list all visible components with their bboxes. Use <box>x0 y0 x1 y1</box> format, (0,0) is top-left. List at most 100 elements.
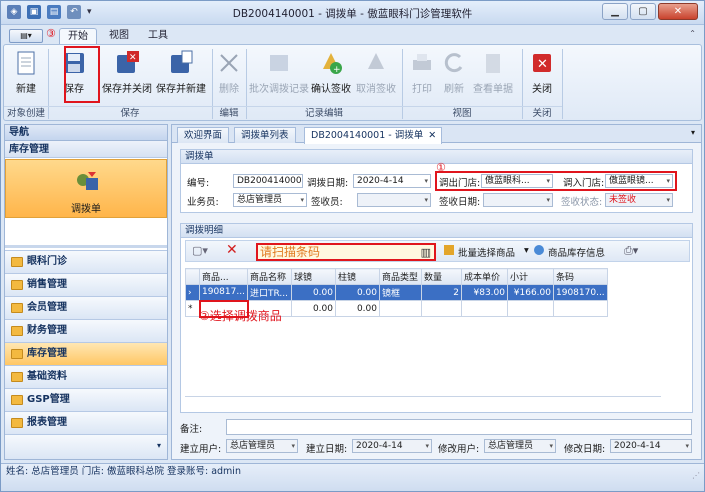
nav-overflow-icon[interactable]: ▾ <box>157 435 161 457</box>
view-bill-button[interactable]: 查看单据 <box>470 49 516 95</box>
receive-date-field[interactable]: ▾ <box>483 193 553 207</box>
cell[interactable]: 0.00 <box>291 284 336 301</box>
col-header[interactable]: 球镜 <box>291 268 336 285</box>
cell[interactable]: 0.00 <box>335 300 380 317</box>
nav-item-clinic[interactable]: 眼科门诊 <box>5 250 167 273</box>
minimize-button[interactable]: ▁ <box>602 3 628 20</box>
col-header[interactable]: 成本单价 <box>461 268 508 285</box>
batch-select-icon <box>444 245 454 255</box>
tabs-menu-icon[interactable]: ▾ <box>691 128 695 137</box>
quantity-stepper[interactable]: 2 <box>421 284 462 301</box>
row-indicator[interactable]: › <box>185 284 200 301</box>
dropdown-icon[interactable]: ▾ <box>666 175 670 187</box>
in-store-field[interactable]: 傲蓝眼镜... ▾ <box>605 174 673 188</box>
nav-selected-transfer[interactable]: 调拨单 <box>5 159 167 218</box>
nav-item-basic-data[interactable]: 基础资料 <box>5 365 167 388</box>
cell[interactable]: 1908170... <box>553 284 608 301</box>
cancel-receive-button[interactable]: 取消签收 <box>352 49 400 95</box>
group-edit: 编辑 <box>212 106 246 120</box>
nav-item-reports[interactable]: 报表管理 <box>5 411 167 434</box>
tab-welcome[interactable]: 欢迎界面 <box>177 127 230 143</box>
refresh-button[interactable]: 刷新 <box>438 49 470 95</box>
dropdown-icon[interactable]: ▾ <box>546 175 550 187</box>
nav-item-members[interactable]: 会员管理 <box>5 296 167 319</box>
refresh-icon <box>440 49 468 77</box>
tab-tools[interactable]: 工具 <box>148 28 168 44</box>
save-close-button[interactable]: ✕ 保存并关闭 <box>100 49 154 95</box>
cell[interactable] <box>379 300 422 317</box>
create-date-value: 2020-4-14 <box>356 441 403 451</box>
cancel-receive-label: 取消签收 <box>356 84 396 95</box>
print-button[interactable]: 打印 <box>406 49 438 95</box>
remark-label: 备注: <box>180 424 203 435</box>
dropdown-icon[interactable]: ▾ <box>300 194 304 206</box>
collapse-ribbon-icon[interactable]: ⌃ <box>689 29 696 38</box>
tab-start[interactable]: 开始 <box>59 28 97 44</box>
save-new-button[interactable]: 保存并新建 <box>154 49 208 95</box>
no-field[interactable]: DB2004140000 <box>233 174 303 188</box>
out-store-field[interactable]: 傲蓝眼科... ▾ <box>481 174 553 188</box>
date-field[interactable]: 2020-4-14 ▾ <box>353 174 431 188</box>
batch-select-dropdown-icon[interactable]: ▾ <box>524 245 529 256</box>
cell[interactable] <box>507 300 554 317</box>
delete-button[interactable]: 删除 <box>214 49 244 95</box>
dropdown-icon[interactable]: ▾ <box>424 175 428 187</box>
tab-transfer-doc[interactable]: DB2004140001 - 调拨单 ✕ <box>304 127 443 144</box>
status-label: 签收状态: <box>561 197 603 208</box>
print-dropdown-icon[interactable]: ⎙▾ <box>624 244 638 258</box>
confirm-receive-icon: + <box>317 49 345 77</box>
staff-label: 业务员: <box>187 197 219 208</box>
batch-select-button[interactable]: 批量选择商品 <box>458 245 515 259</box>
cell[interactable]: 进口TR... <box>247 284 292 301</box>
nav-item-inventory[interactable]: 库存管理 <box>5 342 167 365</box>
cell[interactable]: 0.00 <box>335 284 380 301</box>
cell[interactable]: ¥166.00 <box>507 284 554 301</box>
row-indicator[interactable]: * <box>185 300 200 317</box>
nav-item-label: 报表管理 <box>27 417 67 428</box>
table-row[interactable]: › 190817... 进口TR... 0.00 0.00 镜框 2 ¥83.0… <box>185 284 608 301</box>
app-menu-button[interactable]: ▤▾ <box>9 29 43 43</box>
maximize-button[interactable]: ▢ <box>630 3 656 20</box>
confirm-receive-button[interactable]: + 确认签收 <box>310 49 352 95</box>
nav-item-sales[interactable]: 销售管理 <box>5 273 167 296</box>
close-button[interactable]: ✕ 关闭 <box>526 49 558 95</box>
cell[interactable]: 镜框 <box>379 284 422 301</box>
col-header[interactable]: 柱镜 <box>335 268 380 285</box>
close-window-button[interactable]: ✕ <box>658 3 698 20</box>
col-header[interactable]: 小计 <box>507 268 554 285</box>
col-header[interactable]: 数量 <box>421 268 462 285</box>
resize-grip-icon[interactable]: ⋰ <box>692 468 700 484</box>
cell[interactable]: 190817... <box>199 284 248 301</box>
add-row-icon[interactable]: ▢▾ <box>192 244 208 257</box>
in-store-label: 调入门店: <box>563 178 605 189</box>
tab-close-icon[interactable]: ✕ <box>428 128 436 143</box>
dropdown-icon: ▾ <box>685 442 689 450</box>
receiver-field[interactable]: ▾ <box>357 193 431 207</box>
transfer-header-section: 调拨单 ① 编号: DB2004140000 调拨日期: 2020-4-14 ▾ … <box>180 149 693 213</box>
nav-item-finance[interactable]: 财务管理 <box>5 319 167 342</box>
batch-record-icon <box>265 49 293 77</box>
remark-field[interactable] <box>226 419 692 435</box>
modify-date-field: 2020-4-14 ▾ <box>610 439 692 453</box>
delete-row-icon[interactable]: ✕ <box>226 242 238 258</box>
col-header[interactable]: 条码 <box>553 268 608 285</box>
barcode-icon[interactable]: ▥ <box>421 246 431 260</box>
batch-record-button[interactable]: 批次调拨记录 <box>248 49 310 95</box>
staff-field[interactable]: 总店管理员 ▾ <box>233 193 307 207</box>
quantity-stepper[interactable] <box>421 300 462 317</box>
col-header[interactable]: 商品类型 <box>379 268 422 285</box>
new-button[interactable]: 新建 <box>6 49 46 95</box>
cell[interactable] <box>461 300 508 317</box>
cell[interactable]: 0.00 <box>291 300 336 317</box>
barcode-scan-input[interactable]: 请扫描条码 ▥ <box>256 243 436 261</box>
cell[interactable]: ¥83.00 <box>461 284 508 301</box>
tab-transfer-list[interactable]: 调拨单列表 <box>234 127 296 143</box>
stock-info-button[interactable]: 商品库存信息 <box>548 245 605 259</box>
nav-splitter[interactable] <box>5 245 167 248</box>
tab-view[interactable]: 视图 <box>109 28 129 44</box>
cell[interactable] <box>553 300 608 317</box>
col-header[interactable]: 商品... <box>199 268 248 285</box>
col-header[interactable]: 商品名称 <box>247 268 292 285</box>
nav-item-gsp[interactable]: GSP管理 <box>5 388 167 411</box>
status-bar: 姓名: 总店管理员 门店: 傲蓝眼科总院 登录账号: admin ⋰ <box>1 463 704 491</box>
